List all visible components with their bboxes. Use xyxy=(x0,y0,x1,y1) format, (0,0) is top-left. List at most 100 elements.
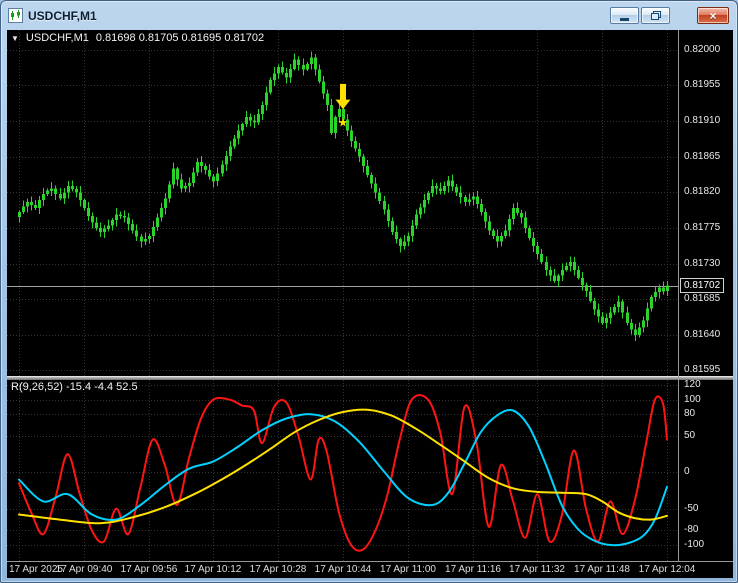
star-annotation[interactable]: ★ xyxy=(338,116,349,130)
candle-body xyxy=(46,190,49,194)
candle-body xyxy=(184,186,187,189)
price-chart-pane[interactable]: ★ ▼ USDCHF,M1 0.81698 0.81705 0.81695 0.… xyxy=(7,30,678,376)
time-axis-label: 17 Apr 09:40 xyxy=(55,564,113,575)
candle-body xyxy=(516,208,519,213)
candle-body xyxy=(273,73,276,80)
candle-body xyxy=(103,228,106,232)
candle-body xyxy=(366,166,369,175)
candle-body xyxy=(468,199,471,202)
price-axis-label: 0.81595 xyxy=(684,364,721,375)
candle-body xyxy=(443,186,446,191)
candle-body xyxy=(350,130,353,141)
candle-body xyxy=(156,217,159,228)
window-titlebar[interactable]: USDCHF,M1 × xyxy=(2,2,736,29)
candle-body xyxy=(188,182,191,186)
candle-body xyxy=(464,197,467,202)
candle-body xyxy=(293,59,296,69)
restore-icon xyxy=(650,11,661,20)
chart-area: ★ ▼ USDCHF,M1 0.81698 0.81705 0.81695 0.… xyxy=(7,30,733,578)
candle-body xyxy=(407,235,410,242)
indicator-axis-label: 120 xyxy=(684,379,701,390)
candle-body xyxy=(601,316,604,323)
candle-body xyxy=(654,292,657,297)
time-axis-label: 17 Apr 11:00 xyxy=(380,564,436,575)
candle-body xyxy=(306,64,309,70)
candle-body xyxy=(123,216,126,218)
candle-body xyxy=(387,209,390,221)
candle-body xyxy=(249,117,252,121)
candle-body xyxy=(472,196,475,200)
candle-body xyxy=(180,179,183,189)
candle-body xyxy=(370,174,373,184)
chart-ohlc-values: 0.81698 0.81705 0.81695 0.81702 xyxy=(95,32,265,44)
restore-button[interactable] xyxy=(641,7,670,24)
candle-body xyxy=(297,59,300,65)
candle-body xyxy=(269,79,272,93)
candle-body xyxy=(38,200,41,209)
candle-body xyxy=(196,162,199,173)
candle-body xyxy=(423,200,426,208)
candle-body xyxy=(617,301,620,308)
chart-symbol-label: USDCHF,M1 xyxy=(25,32,89,44)
candle-body xyxy=(500,235,503,242)
minimize-button[interactable] xyxy=(610,7,639,24)
candle-body xyxy=(605,318,608,323)
candle-body xyxy=(22,206,25,213)
candle-body xyxy=(54,188,57,194)
candle-body xyxy=(439,188,442,191)
candle-body xyxy=(378,192,381,201)
candle-body xyxy=(447,180,450,186)
candle-body xyxy=(634,329,637,335)
chart-window-icon xyxy=(8,8,23,23)
candle-body xyxy=(638,327,641,335)
candle-body xyxy=(30,201,33,205)
candle-body xyxy=(212,176,215,182)
indicator-axis-label: -100 xyxy=(684,539,705,550)
candle-body xyxy=(200,162,203,167)
candle-body xyxy=(140,236,143,242)
candle-body xyxy=(528,227,531,239)
candle-body xyxy=(95,222,98,228)
time-axis-label: 17 Apr 10:28 xyxy=(249,564,307,575)
candle-body xyxy=(383,201,386,210)
time-axis-label: 17 Apr 11:32 xyxy=(509,564,565,575)
indicator-pane[interactable]: R(9,26,52) -15.4 -4.4 52.5 xyxy=(7,380,678,561)
candle-body xyxy=(662,287,665,292)
candle-body xyxy=(265,92,268,106)
candle-body xyxy=(131,224,134,231)
candle-body xyxy=(67,186,70,193)
time-axis[interactable]: 17 Apr 2025 17 Apr 09:40 17 Apr 09:56 17 Ap… xyxy=(7,562,733,578)
candle-body xyxy=(431,186,434,194)
candle-body xyxy=(87,208,90,216)
candle-body xyxy=(330,105,333,133)
candle-body xyxy=(613,307,616,313)
time-axis-label: 17 Apr 09:56 xyxy=(120,564,178,575)
symbol-dropdown-icon[interactable]: ▼ xyxy=(11,34,19,43)
candle-body xyxy=(403,241,406,247)
indicator-axis[interactable]: 120 100 80 50 0 -50 -80 -100 xyxy=(679,379,733,561)
bid-price-label: 0.81702 xyxy=(680,278,725,293)
down-arrow-annotation[interactable] xyxy=(335,83,351,110)
candle-body xyxy=(476,196,479,205)
candle-body xyxy=(261,105,264,114)
candle-body xyxy=(621,301,624,313)
candle-body xyxy=(119,214,122,217)
mt4-chart-window: USDCHF,M1 × ★ ▼ USDCHF,M1 0.81698 0.8170… xyxy=(0,0,738,583)
candle-body xyxy=(508,219,511,231)
time-axis-label: 17 Apr 10:44 xyxy=(314,564,372,575)
candle-body xyxy=(545,262,548,270)
candle-body xyxy=(520,212,523,218)
price-axis-label: 0.81640 xyxy=(684,329,721,340)
candle-body xyxy=(135,230,138,237)
candle-body xyxy=(512,208,515,220)
candle-body xyxy=(285,72,288,78)
price-axis[interactable]: 0.82000 0.81955 0.81910 0.81865 0.81820 0.817… xyxy=(679,30,733,376)
candle-body xyxy=(318,69,321,82)
indicator-axis-label: 100 xyxy=(684,394,701,405)
candle-body xyxy=(536,246,539,255)
candle-body xyxy=(257,113,260,123)
close-button[interactable]: × xyxy=(697,7,729,24)
candle-body xyxy=(609,312,612,319)
indicator-axis-label: -50 xyxy=(684,503,699,514)
candle-body xyxy=(561,269,564,276)
